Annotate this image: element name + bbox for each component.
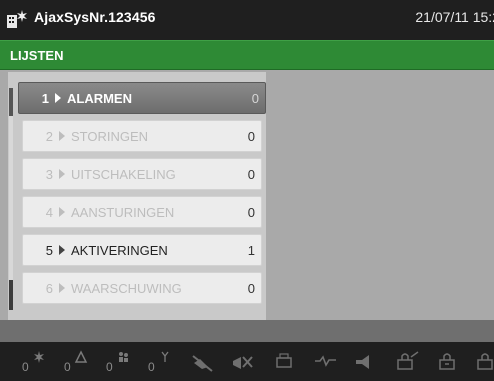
item-label: ALARMEN <box>67 91 132 106</box>
system-title: AjaxSysNr.123456 <box>34 9 156 25</box>
arrow-right-icon <box>59 245 65 255</box>
disable-count: 0 <box>106 360 113 374</box>
item-number: 5 <box>45 243 53 258</box>
arrow-right-icon <box>59 207 65 217</box>
item-count: 0 <box>247 129 255 144</box>
item-label: WAARSCHUWING <box>71 281 182 296</box>
item-label: AANSTURINGEN <box>71 205 175 220</box>
arrow-right-icon <box>59 283 65 293</box>
list-item-waarschuwing[interactable]: 6 WAARSCHUWING 0 <box>22 272 262 304</box>
scrollbar-thumb-lower[interactable] <box>9 280 13 310</box>
person-group-icon <box>119 352 128 362</box>
section-title: LIJSTEN <box>10 48 64 63</box>
mute-horn-icon[interactable] <box>190 348 216 376</box>
item-number: 4 <box>45 205 53 220</box>
item-label: AKTIVERINGEN <box>71 243 168 258</box>
list-item-storingen[interactable]: 2 STORINGEN 0 <box>22 120 262 152</box>
fire-icon <box>34 351 44 363</box>
datetime: 21/07/11 15:2 <box>415 9 494 25</box>
horn-disabled-icon[interactable] <box>230 348 256 376</box>
item-number: 1 <box>41 91 49 106</box>
warning-triangle-icon <box>74 350 88 363</box>
key-lock-3-icon[interactable] <box>474 348 494 376</box>
item-count: 0 <box>247 167 255 182</box>
scrollbar-track[interactable] <box>9 88 13 310</box>
screen: AjaxSysNr.123456 21/07/11 15:2 LIJSTEN 1… <box>0 0 494 381</box>
arrow-right-icon <box>59 131 65 141</box>
disable-status[interactable]: 0 <box>104 348 132 376</box>
key-lock-icon[interactable] <box>394 348 422 376</box>
printer-icon[interactable] <box>272 348 298 376</box>
test-status[interactable]: 0 <box>146 348 174 376</box>
network-icon[interactable] <box>312 348 340 376</box>
list-item-aansturingen[interactable]: 4 AANSTURINGEN 0 <box>22 196 262 228</box>
system-icon <box>7 10 27 28</box>
fault-count: 0 <box>64 360 71 374</box>
item-count: 0 <box>247 205 255 220</box>
antenna-icon <box>161 351 169 362</box>
fire-count: 0 <box>22 360 29 374</box>
speaker-icon[interactable] <box>352 348 380 376</box>
test-count: 0 <box>148 360 155 374</box>
status-bar <box>0 320 494 342</box>
key-lock-2-icon[interactable] <box>436 348 464 376</box>
status-icon-bar: 0 0 0 0 <box>0 342 494 381</box>
list-item-alarmen[interactable]: 1 ALARMEN 0 <box>18 82 266 114</box>
item-count: 0 <box>251 91 259 106</box>
fault-status[interactable]: 0 <box>62 348 90 376</box>
title-bar: AjaxSysNr.123456 21/07/11 15:2 <box>0 0 494 40</box>
item-number: 2 <box>45 129 53 144</box>
scrollbar-thumb[interactable] <box>9 88 13 116</box>
section-header: LIJSTEN <box>0 40 494 70</box>
item-label: UITSCHAKELING <box>71 167 176 182</box>
item-number: 3 <box>45 167 53 182</box>
fire-status[interactable]: 0 <box>20 348 48 376</box>
item-label: STORINGEN <box>71 129 149 144</box>
item-count: 0 <box>247 281 255 296</box>
list-item-uitschakeling[interactable]: 3 UITSCHAKELING 0 <box>22 158 262 190</box>
item-number: 6 <box>45 281 53 296</box>
item-count: 1 <box>247 243 255 258</box>
list-item-aktiveringen[interactable]: 5 AKTIVERINGEN 1 <box>22 234 262 266</box>
arrow-right-icon <box>55 93 61 103</box>
arrow-right-icon <box>59 169 65 179</box>
